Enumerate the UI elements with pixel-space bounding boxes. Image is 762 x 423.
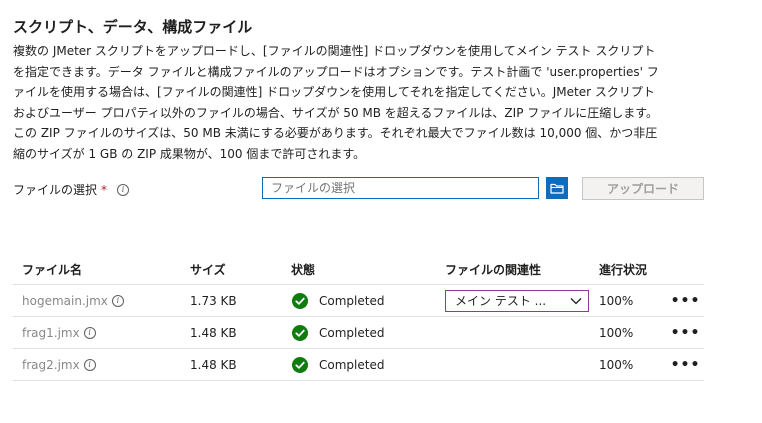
column-header-file-name: ファイル名 xyxy=(22,263,83,277)
required-mark: * xyxy=(101,182,108,197)
table-row: frag2.jmx i 1.48 KB Completed 100% ••• xyxy=(13,349,704,381)
folder-icon xyxy=(550,183,564,194)
table-row: frag1.jmx i 1.48 KB Completed 100% ••• xyxy=(13,317,704,349)
description-line: この ZIP ファイルのサイズは、50 MB 未満にする必要があります。それぞれ… xyxy=(13,126,658,140)
description-line: およびユーザー プロパティ以外のファイルの場合、サイズが 50 MB を超えるフ… xyxy=(13,105,659,120)
check-circle-icon xyxy=(292,356,308,373)
info-icon[interactable]: i xyxy=(83,326,96,339)
status-text: Completed xyxy=(319,325,385,340)
file-size: 1.73 KB xyxy=(190,293,237,308)
info-icon[interactable]: i xyxy=(111,294,124,307)
file-relevance-dropdown[interactable]: メイン テスト ... xyxy=(445,289,589,312)
table-row: hogemain.jmx i 1.73 KB Completed メイン テスト… xyxy=(13,285,704,317)
file-size: 1.48 KB xyxy=(190,357,237,372)
progress-text: 100% xyxy=(599,325,634,340)
check-circle-icon xyxy=(292,292,308,309)
info-icon[interactable]: i xyxy=(117,183,130,196)
more-options-icon[interactable]: ••• xyxy=(671,357,701,373)
progress-text: 100% xyxy=(599,357,634,372)
description-line: ァイルを使用する場合は、[ファイルの関連性] ドロップダウンを使用してそれを指定… xyxy=(13,85,655,99)
progress-text: 100% xyxy=(599,293,634,308)
file-size: 1.48 KB xyxy=(190,325,237,340)
file-name: frag2.jmx xyxy=(22,357,80,372)
file-table: ファイル名 サイズ 状態 ファイルの関連性 進行状況 hogemain.jmx … xyxy=(13,255,704,381)
description-line: 複数の JMeter スクリプトをアップロードし、[ファイルの関連性] ドロップ… xyxy=(13,44,656,58)
column-header-relevance: ファイルの関連性 xyxy=(445,263,542,277)
file-select-label: ファイルの選択 xyxy=(13,183,98,197)
status-text: Completed xyxy=(319,357,385,372)
file-select-label-group: ファイルの選択 * i xyxy=(13,181,130,198)
file-name: frag1.jmx xyxy=(22,325,80,340)
column-header-progress: 進行状況 xyxy=(599,263,648,277)
more-options-icon[interactable]: ••• xyxy=(671,325,701,341)
chevron-down-icon xyxy=(570,297,582,304)
column-header-size: サイズ xyxy=(190,263,226,277)
column-header-status: 状態 xyxy=(291,263,316,277)
browse-button[interactable] xyxy=(546,177,568,199)
description-line: 縮のサイズが 1 GB の ZIP 成果物が、100 個まで許可されます。 xyxy=(13,146,366,161)
description-line: を指定できます。データ ファイルと構成ファイルのアップロードはオプションです。テ… xyxy=(13,64,659,79)
dropdown-value: メイン テスト ... xyxy=(455,294,547,308)
info-icon[interactable]: i xyxy=(83,358,96,371)
table-header: ファイル名 サイズ 状態 ファイルの関連性 進行状況 xyxy=(13,255,704,285)
file-select-input[interactable] xyxy=(262,177,539,199)
more-options-icon[interactable]: ••• xyxy=(671,293,701,309)
check-circle-icon xyxy=(292,324,308,341)
status-text: Completed xyxy=(319,293,385,308)
file-name: hogemain.jmx xyxy=(22,293,108,308)
section-title: スクリプト、データ、構成ファイル xyxy=(13,18,253,36)
upload-button[interactable]: アップロード xyxy=(582,177,704,200)
section-description: 複数の JMeter スクリプトをアップロードし、[ファイルの関連性] ドロップ… xyxy=(13,41,703,164)
